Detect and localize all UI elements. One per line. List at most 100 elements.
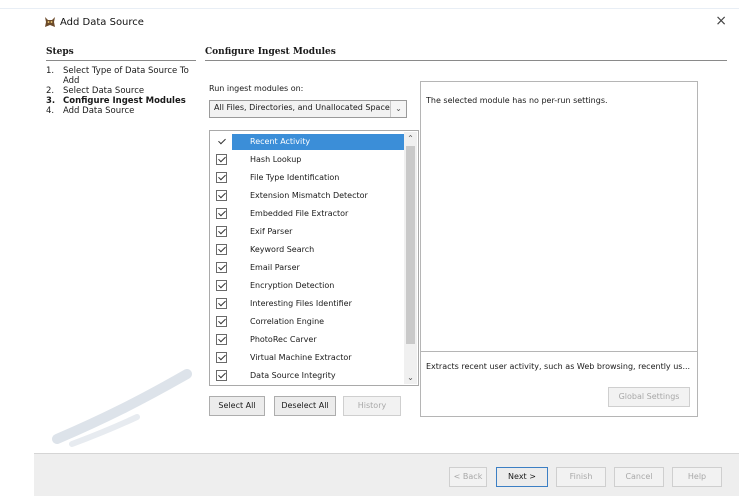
module-row[interactable]: Interesting Files Identifier	[212, 295, 404, 313]
next-button[interactable]: Next >	[496, 467, 548, 487]
module-label: Data Source Integrity	[250, 371, 336, 380]
chevron-up-icon[interactable]: ⌃	[404, 132, 417, 145]
module-checkbox[interactable]	[216, 280, 227, 291]
module-label: Hash Lookup	[250, 155, 302, 164]
module-checkbox[interactable]	[216, 334, 227, 345]
module-row[interactable]: Embedded File Extractor	[212, 205, 404, 223]
module-row-highlight: Data Source Integrity	[232, 368, 404, 384]
section-heading: Configure Ingest Modules	[205, 47, 336, 57]
step-label: Configure Ingest Modules	[63, 96, 186, 106]
module-list-scrollbar[interactable]: ⌃ ⌄	[404, 132, 417, 384]
module-row-highlight: Encryption Detection	[232, 278, 404, 294]
wizard-footer: < Back Next > Finish Cancel Help	[34, 453, 739, 496]
module-checkbox[interactable]	[216, 208, 227, 219]
step-label: Add Data Source	[63, 106, 135, 116]
module-row[interactable]: Email Parser	[212, 259, 404, 277]
help-button[interactable]: Help	[672, 467, 722, 487]
module-checkbox[interactable]	[216, 244, 227, 255]
step-item: 2. Select Data Source	[46, 86, 196, 96]
module-row-highlight: PhotoRec Carver	[232, 332, 404, 348]
module-label: PhotoRec Carver	[250, 335, 317, 344]
chevron-down-icon[interactable]: ⌄	[390, 101, 406, 117]
module-label: Email Parser	[250, 263, 300, 272]
step-number: 1.	[46, 66, 55, 76]
module-row-highlight: Correlation Engine	[232, 314, 404, 330]
module-row[interactable]: Extension Mismatch Detector	[212, 187, 404, 205]
step-number: 3.	[46, 96, 56, 106]
step-number: 4.	[46, 106, 55, 116]
module-row[interactable]: Exif Parser	[212, 223, 404, 241]
title-bar: Add Data Source ×	[34, 9, 739, 35]
history-button[interactable]: History	[343, 396, 401, 416]
run-ingest-select[interactable]: All Files, Directories, and Unallocated …	[209, 100, 407, 118]
autopsy-app-icon	[44, 16, 56, 28]
module-row-highlight: Interesting Files Identifier	[232, 296, 404, 312]
select-all-button[interactable]: Select All	[209, 396, 265, 416]
module-checkbox[interactable]	[216, 172, 227, 183]
back-button[interactable]: < Back	[449, 467, 487, 487]
step-item: 1. Select Type of Data Source To Add	[46, 66, 196, 86]
module-row-highlight: Extension Mismatch Detector	[232, 188, 404, 204]
module-label: Encryption Detection	[250, 281, 335, 290]
module-row-highlight: Hash Lookup	[232, 152, 404, 168]
cancel-button[interactable]: Cancel	[614, 467, 664, 487]
module-row-highlight: Embedded File Extractor	[232, 206, 404, 222]
scrollbar-thumb[interactable]	[406, 146, 415, 344]
module-row[interactable]: Encryption Detection	[212, 277, 404, 295]
finish-button[interactable]: Finish	[556, 467, 606, 487]
module-settings-panel: The selected module has no per-run setti…	[420, 81, 698, 417]
run-ingest-select-value: All Files, Directories, and Unallocated …	[214, 103, 390, 112]
module-row[interactable]: PhotoRec Carver	[212, 331, 404, 349]
module-checkbox[interactable]	[216, 352, 227, 363]
step-item: 4. Add Data Source	[46, 106, 196, 116]
step-number: 2.	[46, 86, 55, 96]
module-label: Keyword Search	[250, 245, 315, 254]
step-item-active: 3. Configure Ingest Modules	[46, 96, 196, 106]
steps-list: 1. Select Type of Data Source To Add 2. …	[46, 66, 196, 116]
module-label: Recent Activity	[250, 137, 311, 146]
module-label: Embedded File Extractor	[250, 209, 349, 218]
module-checkbox[interactable]	[216, 370, 227, 381]
deselect-all-button[interactable]: Deselect All	[274, 396, 336, 416]
decorative-watermark-graphic	[52, 369, 192, 452]
module-row[interactable]: Hash Lookup	[212, 151, 404, 169]
module-label: Extension Mismatch Detector	[250, 191, 368, 200]
settings-message: The selected module has no per-run setti…	[426, 96, 608, 105]
module-row[interactable]: Keyword Search	[212, 241, 404, 259]
module-row-highlight: Keyword Search	[232, 242, 404, 258]
module-row-highlight: Virtual Machine Extractor	[232, 350, 404, 366]
module-row[interactable]: Data Source Integrity	[212, 367, 404, 385]
module-description: Extracts recent user activity, such as W…	[426, 362, 691, 371]
run-ingest-label: Run ingest modules on:	[209, 84, 304, 93]
module-checkbox[interactable]	[216, 262, 227, 273]
module-label: File Type Identification	[250, 173, 340, 182]
module-checkbox[interactable]	[216, 190, 227, 201]
module-checkbox[interactable]	[216, 298, 227, 309]
module-row[interactable]: File Type Identification	[212, 169, 404, 187]
module-row[interactable]: Correlation Engine	[212, 313, 404, 331]
step-label: Select Data Source	[63, 86, 145, 96]
steps-divider	[46, 60, 196, 61]
module-row-highlight: Exif Parser	[232, 224, 404, 240]
module-checkbox[interactable]	[216, 316, 227, 327]
module-row[interactable]: Recent Activity	[212, 133, 404, 151]
close-icon[interactable]: ×	[715, 13, 727, 29]
steps-heading: Steps	[46, 47, 74, 57]
module-row-highlight: Email Parser	[232, 260, 404, 276]
window-title: Add Data Source	[60, 17, 144, 28]
module-checkbox[interactable]	[216, 226, 227, 237]
step-label: Select Type of Data Source To Add	[63, 66, 189, 86]
ingest-module-list: Recent Activity Hash Lookup File Type Id…	[209, 130, 419, 386]
chevron-down-icon[interactable]: ⌄	[404, 371, 417, 384]
global-settings-button[interactable]: Global Settings	[608, 387, 690, 407]
module-label: Virtual Machine Extractor	[250, 353, 352, 362]
per-run-settings-area: The selected module has no per-run setti…	[421, 82, 697, 352]
module-checkbox[interactable]	[216, 154, 227, 165]
section-divider	[205, 60, 727, 61]
module-row[interactable]: Virtual Machine Extractor	[212, 349, 404, 367]
module-label: Exif Parser	[250, 227, 293, 236]
module-label: Interesting Files Identifier	[250, 299, 352, 308]
module-checkbox[interactable]	[216, 136, 227, 147]
add-data-source-dialog: Add Data Source × Steps 1. Select Type o…	[34, 9, 739, 496]
module-row-highlight: Recent Activity	[232, 134, 404, 150]
